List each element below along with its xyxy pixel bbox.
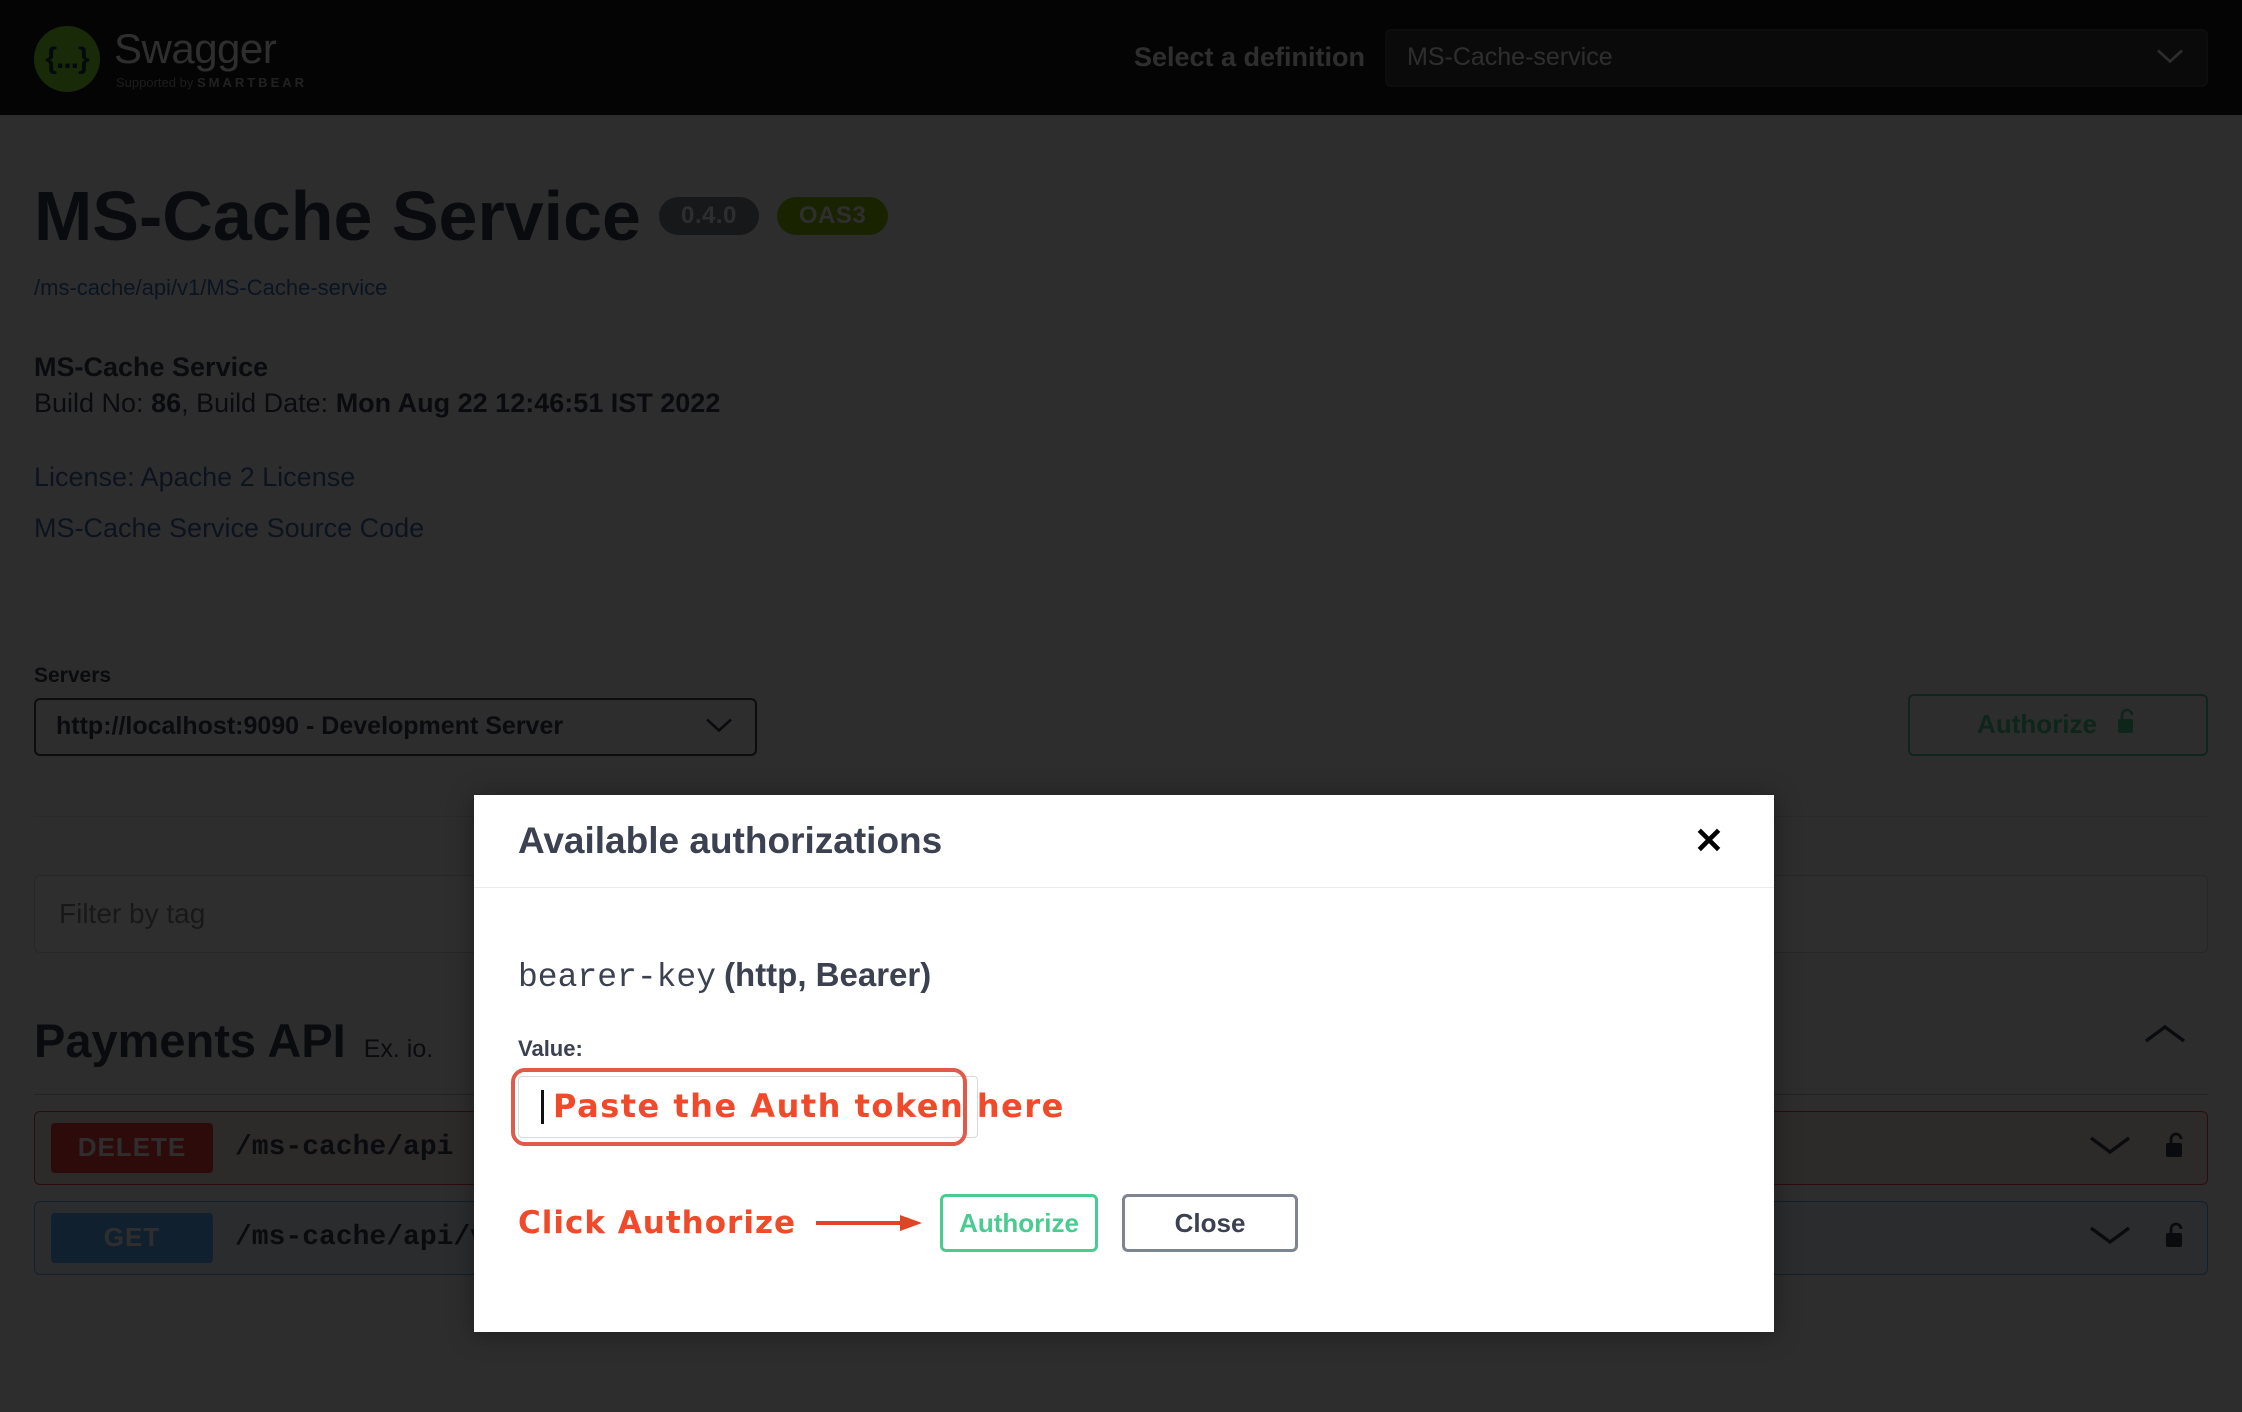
annotation-click-authorize-text: Click Authorize	[518, 1205, 796, 1241]
available-authorizations-modal: Available authorizations ✕ bearer-key(ht…	[474, 795, 1774, 1332]
modal-close-button[interactable]: Close	[1122, 1194, 1298, 1252]
annotation-paste-token-text: Paste the Auth token here	[553, 1087, 1065, 1125]
value-label: Value:	[518, 1036, 1730, 1062]
auth-token-input[interactable]: Paste the Auth token here	[518, 1076, 978, 1138]
screen-root: {...} Swagger Supported by SMARTBEAR Sel…	[0, 0, 2242, 1412]
close-x-icon[interactable]: ✕	[1686, 819, 1732, 863]
modal-body: bearer-key(http, Bearer) Value: Paste th…	[474, 888, 1774, 1252]
modal-authorize-label: Authorize	[959, 1208, 1079, 1239]
modal-authorize-button[interactable]: Authorize	[940, 1194, 1098, 1252]
text-caret	[541, 1090, 544, 1124]
modal-actions: Click Authorize Authorize Close	[518, 1194, 1730, 1252]
modal-title: Available authorizations	[518, 820, 942, 862]
auth-scheme-type: (http, Bearer)	[724, 956, 931, 993]
right-arrow-icon	[814, 1210, 926, 1236]
auth-scheme-heading: bearer-key(http, Bearer)	[518, 956, 1730, 996]
auth-scheme-key: bearer-key	[518, 959, 716, 996]
modal-close-label: Close	[1175, 1208, 1246, 1239]
modal-header: Available authorizations ✕	[474, 795, 1774, 888]
